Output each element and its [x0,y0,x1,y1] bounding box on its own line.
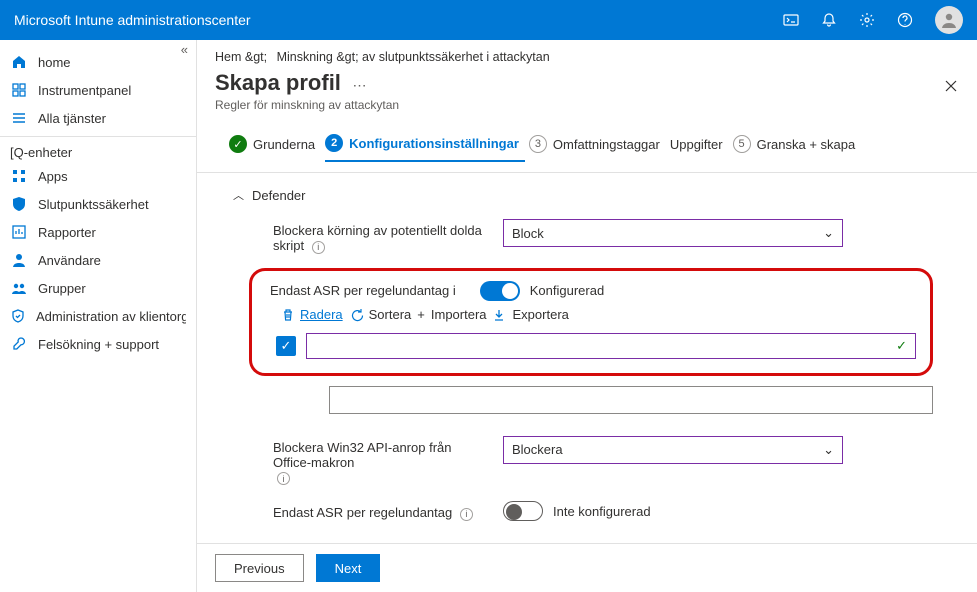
chevron-down-icon: ⌄ [823,442,834,458]
toggle-label: Konfigurerad [530,283,604,298]
apps-icon [10,167,28,185]
sidebar-category: [Q-enheter [0,141,196,162]
sidebar-item-label: Alla tjänster [38,111,106,126]
next-button[interactable]: Next [316,554,381,582]
toggle-label: Inte konfigurerad [553,504,651,519]
sidebar-item-groups[interactable]: Grupper [0,274,196,302]
breadcrumb: Hem &gt; Minskning &gt; av slutpunktssäk… [197,40,977,68]
setting-label-block-scripts: Blockera körning av potentiellt dolda sk… [273,219,493,254]
wizard-steps: ✓ Grunderna 2 Konfigurationsinställninga… [197,114,977,173]
sidebar-item-label: Användare [38,253,101,268]
sidebar-item-tenant-admin[interactable]: Administration av klientorganisation [0,302,196,330]
close-icon[interactable] [939,74,963,98]
setting-label-asr2: Endast ASR per regelundantag i [273,501,493,521]
check-icon: ✓ [229,135,247,153]
shield-icon [10,195,28,213]
dashboard-icon [10,81,28,99]
step-number-icon: 2 [325,134,343,152]
sidebar-item-label: Administration av klientorganisation [36,309,186,324]
select-block-win32[interactable]: Blockera ⌄ [503,436,843,464]
info-icon[interactable]: i [453,283,456,298]
setting-label-asr-exclusions: Endast ASR per regelundantag i [270,283,456,298]
highlight-box: Endast ASR per regelundantag i Konfigure… [249,268,933,376]
reports-icon [10,223,28,241]
collapse-sidebar-icon[interactable]: « [181,42,188,57]
sidebar-item-users[interactable]: Användare [0,246,196,274]
chevron-down-icon: ⌄ [823,225,834,241]
export-button[interactable]: Exportera [513,307,569,322]
step-number-icon: 5 [733,135,751,153]
toggle-asr[interactable] [480,281,520,301]
step-assignments[interactable]: Uppgifter [670,137,729,160]
sidebar-item-apps[interactable]: Apps [0,162,196,190]
user-icon [10,251,28,269]
info-icon[interactable]: i [277,472,290,485]
exclusion-input[interactable]: ✓ [306,333,916,359]
breadcrumb-home[interactable]: Hem &gt; [215,50,267,64]
sidebar-item-reports[interactable]: Rapporter [0,218,196,246]
sidebar-item-label: home [38,55,71,70]
info-icon[interactable]: i [460,508,473,521]
more-icon[interactable]: ⋯ [353,77,367,93]
trash-icon [280,307,296,323]
settings-icon[interactable] [849,2,885,38]
page-subtitle: Regler för minskning av attackytan [215,98,959,112]
toggle-asr2[interactable] [503,501,543,521]
import-button[interactable]: Importera [431,307,507,323]
valid-check-icon: ✓ [896,338,907,354]
wrench-icon [10,335,28,353]
sort-button[interactable]: Sortera + [349,307,425,323]
list-icon [10,109,28,127]
sidebar-item-label: Slutpunktssäkerhet [38,197,149,212]
sidebar-item-label: Instrumentpanel [38,83,131,98]
sidebar-item-label: Apps [38,169,68,184]
select-block-scripts[interactable]: Block ⌄ [503,219,843,247]
breadcrumb-current[interactable]: Minskning &gt; av slutpunktssäkerhet i a… [277,50,550,64]
step-scope[interactable]: 3 Omfattningstaggar [529,135,666,161]
avatar[interactable] [935,6,963,34]
refresh-icon [349,307,365,323]
admin-icon [10,307,26,325]
delete-button[interactable]: Radera [280,307,343,323]
step-basics[interactable]: ✓ Grunderna [229,135,321,161]
info-icon[interactable]: i [312,241,325,254]
sidebar-item-dashboard[interactable]: Instrumentpanel [0,76,196,104]
chevron-up-icon: ︿ [233,187,244,203]
cloud-shell-icon[interactable] [773,2,809,38]
notifications-icon[interactable] [811,2,847,38]
step-number-icon: 3 [529,135,547,153]
sidebar-item-label: Grupper [38,281,86,296]
home-icon [10,53,28,71]
sidebar-item-allservices[interactable]: Alla tjänster [0,104,196,132]
app-title: Microsoft Intune administrationscenter [14,12,773,28]
sidebar-item-label: Felsökning + support [38,337,159,352]
sidebar-item-troubleshoot[interactable]: Felsökning + support [0,330,196,358]
help-icon[interactable] [887,2,923,38]
step-review[interactable]: 5 Granska + skapa [733,135,862,161]
sidebar-item-home[interactable]: home [0,48,196,76]
empty-input[interactable] [329,386,933,414]
sidebar-item-endpoint-security[interactable]: Slutpunktssäkerhet [0,190,196,218]
sidebar-item-label: Rapporter [38,225,96,240]
page-title: Skapa profil [215,70,341,96]
sidebar: « home Instrumentpanel Alla tjänster [Q-… [0,40,197,592]
step-config[interactable]: 2 Konfigurationsinställningar [325,134,525,162]
groups-icon [10,279,28,297]
setting-label-block-win32: Blockera Win32 API-anrop från Office-mak… [273,436,493,486]
previous-button[interactable]: Previous [215,554,304,582]
download-icon [491,307,507,323]
checkbox-row[interactable]: ✓ [276,336,296,356]
section-defender[interactable]: ︿ Defender [229,183,953,213]
